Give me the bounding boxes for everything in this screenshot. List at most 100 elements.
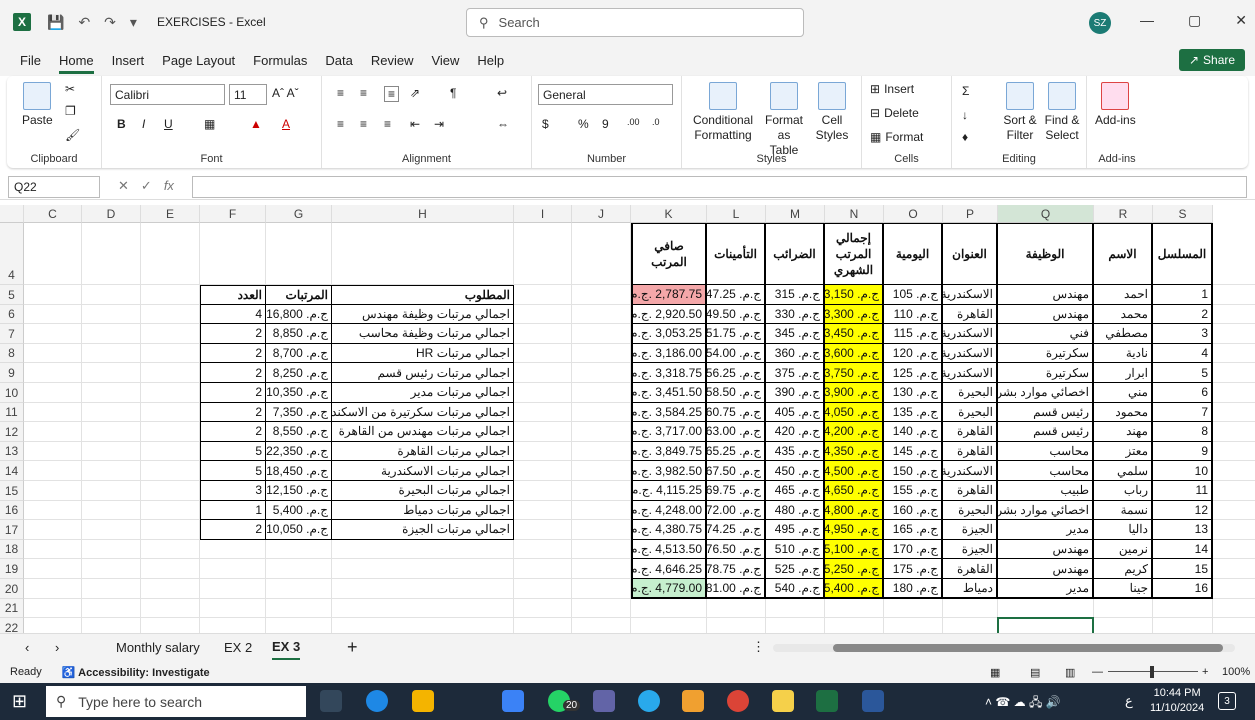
menu-help[interactable]: Help	[477, 47, 504, 74]
summary-count-cell[interactable]: 2	[200, 422, 266, 442]
salary-header-monthly[interactable]: إجمالي المرتب الشهري	[825, 223, 884, 285]
menu-review[interactable]: Review	[371, 47, 414, 74]
summary-count-cell[interactable]: 2	[200, 383, 266, 403]
row-header-5[interactable]: 5	[0, 285, 24, 305]
row-header-21[interactable]: 21	[0, 598, 24, 619]
salary-ins-cell[interactable]: ج.م. 60.75	[707, 402, 766, 423]
summary-desc-cell[interactable]: اجمالي مرتبات دمياط	[332, 500, 514, 521]
conditional-formatting-button[interactable]: Conditional Formatting	[688, 82, 758, 143]
file-explorer-icon[interactable]	[412, 690, 434, 712]
salary-net-cell[interactable]: 4,779.00 .ج.م	[631, 579, 707, 599]
mail-icon[interactable]	[502, 690, 524, 712]
redo-icon[interactable]: ↷	[104, 14, 116, 31]
salary-tax-cell[interactable]: ج.م. 360	[766, 343, 825, 364]
salary-header-net[interactable]: صافي المرتب	[631, 223, 707, 285]
salary-serial-cell[interactable]: 1	[1153, 285, 1213, 305]
salary-tax-cell[interactable]: ج.م. 465	[766, 481, 825, 501]
salary-job-cell[interactable]: رئيس قسم	[998, 402, 1094, 423]
row-header-6[interactable]: 6	[0, 304, 24, 325]
zoom-level[interactable]: 100%	[1222, 666, 1250, 678]
tab-ex3[interactable]: EX 3	[272, 634, 301, 660]
salary-monthly-cell[interactable]: ج.م. 3,300	[825, 304, 884, 325]
sticky-notes-icon[interactable]	[772, 690, 794, 712]
add-sheet-icon[interactable]: +	[347, 634, 358, 660]
worksheet-grid[interactable]: C D E F G H I J K L M N O P Q R S 4 5 6 7 8 9 10 11 12 13 14 15 16 17 1…	[0, 205, 1255, 633]
salary-serial-cell[interactable]: 15	[1153, 559, 1213, 579]
salary-ins-cell[interactable]: ج.م. 72.00	[707, 500, 766, 521]
column-header-n[interactable]: N	[825, 205, 884, 223]
column-header-r[interactable]: R	[1094, 205, 1153, 223]
summary-count-cell[interactable]: 5	[200, 461, 266, 481]
summary-header-required[interactable]: المطلوب	[332, 285, 514, 305]
salary-addr-cell[interactable]: القاهرة	[943, 441, 998, 462]
salary-serial-cell[interactable]: 10	[1153, 461, 1213, 481]
salary-serial-cell[interactable]: 11	[1153, 481, 1213, 501]
number-format-select[interactable]: General	[538, 84, 673, 105]
salary-daily-cell[interactable]: ج.م. 130	[884, 383, 943, 403]
salary-addr-cell[interactable]: القاهرة	[943, 559, 998, 579]
summary-amount-cell[interactable]: ج.م. 10,350	[266, 383, 332, 403]
cell-styles-button[interactable]: Cell Styles	[812, 82, 852, 143]
salary-job-cell[interactable]: مهندس	[998, 304, 1094, 325]
summary-count-cell[interactable]: 2	[200, 324, 266, 344]
menu-view[interactable]: View	[431, 47, 459, 74]
salary-serial-cell[interactable]: 9	[1153, 441, 1213, 462]
salary-name-cell[interactable]: ابرار	[1094, 363, 1153, 383]
salary-ins-cell[interactable]: ج.م. 74.25	[707, 520, 766, 540]
row-header-16[interactable]: 16	[0, 500, 24, 521]
salary-name-cell[interactable]: معتز	[1094, 441, 1153, 462]
summary-amount-cell[interactable]: ج.م. 12,150	[266, 481, 332, 501]
row-header-9[interactable]: 9	[0, 363, 24, 383]
text-direction-icon[interactable]: ¶	[450, 86, 456, 100]
salary-ins-cell[interactable]: ج.م. 63.00	[707, 422, 766, 442]
salary-addr-cell[interactable]: القاهرة	[943, 304, 998, 325]
salary-header-job[interactable]: الوظيفة	[998, 223, 1094, 285]
summary-desc-cell[interactable]: اجمالي مرتبات HR	[332, 343, 514, 364]
salary-tax-cell[interactable]: ج.م. 450	[766, 461, 825, 481]
salary-ins-cell[interactable]: ج.م. 67.50	[707, 461, 766, 481]
select-all-corner[interactable]	[0, 205, 24, 223]
salary-job-cell[interactable]: اخصائي موارد بشرية	[998, 500, 1094, 521]
salary-daily-cell[interactable]: ج.م. 105	[884, 285, 943, 305]
align-right-icon[interactable]: ≡	[384, 117, 391, 131]
borders-icon[interactable]: ▦	[204, 117, 215, 131]
salary-tax-cell[interactable]: ج.م. 510	[766, 539, 825, 560]
menu-file[interactable]: File	[20, 47, 41, 74]
row-header-12[interactable]: 12	[0, 422, 24, 442]
salary-monthly-cell[interactable]: ج.م. 5,250	[825, 559, 884, 579]
salary-serial-cell[interactable]: 6	[1153, 383, 1213, 403]
format-as-table-button[interactable]: Format as Table	[762, 82, 806, 158]
summary-desc-cell[interactable]: اجمالي مرتبات سكرتيرة من الاسكندرية	[332, 402, 514, 423]
zoom-out-icon[interactable]: —	[1092, 666, 1103, 678]
align-bottom-icon[interactable]: ≡	[384, 86, 400, 102]
salary-tax-cell[interactable]: ج.م. 405	[766, 402, 825, 423]
salary-daily-cell[interactable]: ج.م. 125	[884, 363, 943, 383]
salary-tax-cell[interactable]: ج.م. 480	[766, 500, 825, 521]
salary-daily-cell[interactable]: ج.م. 115	[884, 324, 943, 344]
column-header-f[interactable]: F	[200, 205, 266, 223]
salary-tax-cell[interactable]: ج.م. 525	[766, 559, 825, 579]
salary-daily-cell[interactable]: ج.م. 170	[884, 539, 943, 560]
menu-home[interactable]: Home	[58, 47, 94, 74]
page-layout-view-icon[interactable]: ▤	[1030, 666, 1040, 679]
summary-count-cell[interactable]: 2	[200, 402, 266, 423]
salary-ins-cell[interactable]: ج.م. 56.25	[707, 363, 766, 383]
row-header-20[interactable]: 20	[0, 579, 24, 599]
comma-icon[interactable]: 9	[602, 117, 609, 131]
next-sheet-icon[interactable]: ›	[55, 634, 59, 660]
page-break-view-icon[interactable]: ▥	[1065, 666, 1075, 679]
column-header-s[interactable]: S	[1153, 205, 1213, 223]
salary-addr-cell[interactable]: القاهرة	[943, 481, 998, 501]
summary-count-cell[interactable]: 2	[200, 520, 266, 540]
salary-net-cell[interactable]: 4,248.00 .ج.م	[631, 500, 707, 521]
salary-monthly-cell[interactable]: ج.م. 3,600	[825, 343, 884, 364]
salary-net-cell[interactable]: 3,584.25 .ج.م	[631, 402, 707, 423]
salary-addr-cell[interactable]: البحيرة	[943, 383, 998, 403]
salary-monthly-cell[interactable]: ج.م. 4,200	[825, 422, 884, 442]
summary-desc-cell[interactable]: اجمالي مرتبات مدير	[332, 383, 514, 403]
summary-count-cell[interactable]: 5	[200, 441, 266, 462]
salary-tax-cell[interactable]: ج.م. 315	[766, 285, 825, 305]
salary-net-cell[interactable]: 3,451.50 .ج.م	[631, 383, 707, 403]
align-top-icon[interactable]: ≡	[337, 86, 344, 100]
salary-serial-cell[interactable]: 16	[1153, 579, 1213, 599]
